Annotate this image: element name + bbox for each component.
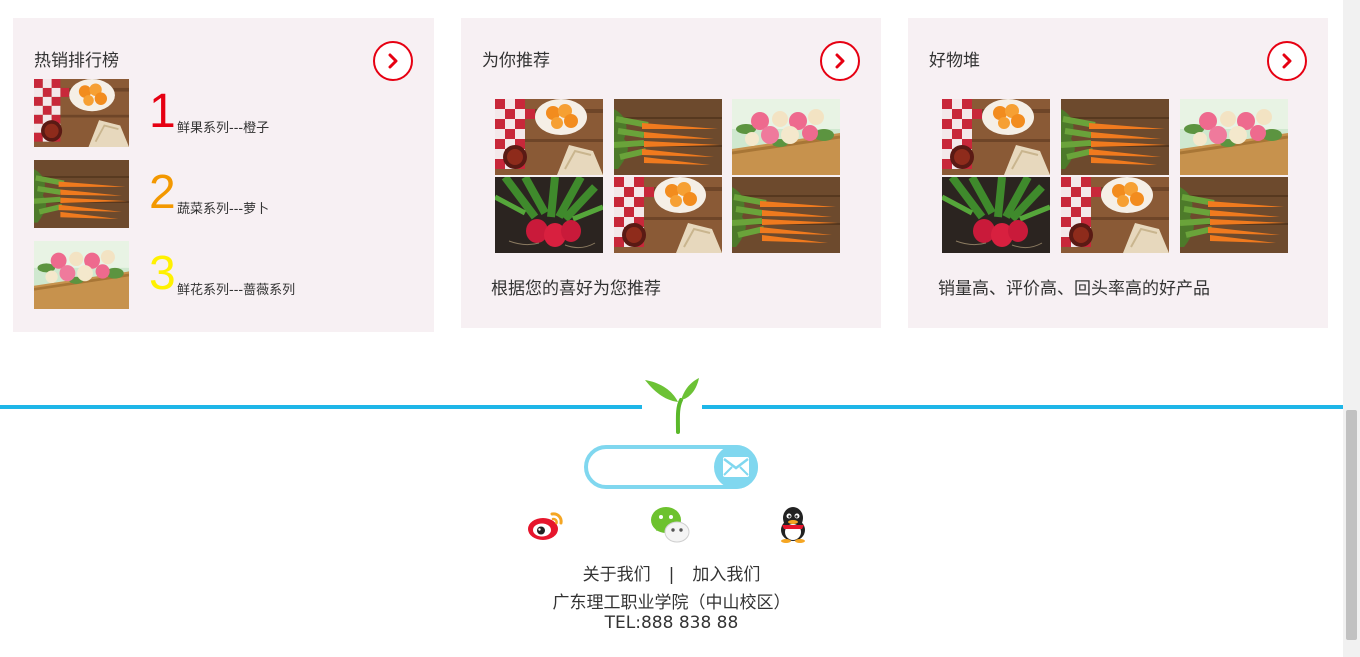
- radish-photo[interactable]: [495, 177, 603, 253]
- carrot-photo[interactable]: [732, 177, 840, 253]
- chevron-right-icon: [1282, 53, 1292, 69]
- rank-item-3[interactable]: 3 鲜花系列---蔷薇系列: [34, 241, 414, 309]
- subscribe-box: [584, 445, 758, 489]
- chevron-right-icon: [835, 53, 845, 69]
- footer-links: 关于我们 | 加入我们: [0, 560, 1343, 585]
- good-stuff-image-grid: [942, 99, 1287, 253]
- radish-photo[interactable]: [942, 177, 1050, 253]
- rank-label[interactable]: 蔬菜系列---萝卜: [177, 198, 269, 217]
- mail-icon: [723, 457, 749, 477]
- good-stuff-title: 好物堆: [929, 51, 980, 71]
- footer-divider-right: [702, 405, 1343, 409]
- carrot-photo[interactable]: [1180, 177, 1288, 253]
- carrot-photo[interactable]: [1061, 99, 1169, 175]
- link-separator: |: [668, 565, 675, 585]
- footer-divider-left: [0, 405, 642, 409]
- scrollbar-thumb[interactable]: [1346, 410, 1357, 640]
- wechat-icon[interactable]: [650, 505, 690, 543]
- fruit-photo[interactable]: [1061, 177, 1169, 253]
- recommend-image-grid: [495, 99, 840, 253]
- fruit-photo[interactable]: [34, 79, 129, 147]
- rose-photo[interactable]: [34, 241, 129, 309]
- recommend-panel: 为你推荐 根据您的喜好为您推荐: [461, 18, 881, 328]
- hot-ranking-panel: 热销排行榜 1 鲜果系列---橙子 2 蔬菜系列---萝卜 3 鲜花系列---蔷…: [13, 18, 434, 332]
- rank-number: 1: [149, 85, 176, 138]
- recommend-description: 根据您的喜好为您推荐: [491, 279, 661, 299]
- telephone: TEL:888 838 88: [604, 613, 739, 633]
- fruit-photo[interactable]: [614, 177, 722, 253]
- about-us-link[interactable]: 关于我们: [583, 565, 651, 585]
- recommend-more-button[interactable]: [820, 41, 860, 81]
- sprout-icon: [645, 378, 699, 434]
- recommend-title: 为你推荐: [482, 51, 550, 71]
- rank-item-1[interactable]: 1 鲜果系列---橙子: [34, 79, 414, 147]
- subscribe-button[interactable]: [714, 445, 758, 489]
- rank-label[interactable]: 鲜果系列---橙子: [177, 117, 269, 136]
- page-scrollbar[interactable]: [1343, 0, 1360, 657]
- page: 热销排行榜 1 鲜果系列---橙子 2 蔬菜系列---萝卜 3 鲜花系列---蔷…: [0, 0, 1360, 657]
- join-us-link[interactable]: 加入我们: [692, 565, 760, 585]
- chevron-right-icon: [388, 53, 398, 69]
- rank-number: 2: [149, 166, 176, 219]
- good-stuff-panel: 好物堆 销量高、评价高、回头率高的好产品: [908, 18, 1328, 328]
- rank-item-2[interactable]: 2 蔬菜系列---萝卜: [34, 160, 414, 228]
- weibo-icon[interactable]: [526, 505, 566, 543]
- subscribe-email-input[interactable]: [600, 455, 715, 481]
- fruit-photo[interactable]: [942, 99, 1050, 175]
- good-stuff-description: 销量高、评价高、回头率高的好产品: [938, 279, 1210, 299]
- rose-photo[interactable]: [1180, 99, 1288, 175]
- hot-ranking-title: 热销排行榜: [34, 51, 119, 71]
- good-stuff-more-button[interactable]: [1267, 41, 1307, 81]
- carrot-photo[interactable]: [614, 99, 722, 175]
- school-name: 广东理工职业学院（中山校区）: [552, 593, 791, 613]
- carrot-photo[interactable]: [34, 160, 129, 228]
- rank-number: 3: [149, 247, 176, 300]
- hot-ranking-more-button[interactable]: [373, 41, 413, 81]
- rank-label[interactable]: 鲜花系列---蔷薇系列: [177, 279, 295, 298]
- qq-icon[interactable]: [776, 505, 816, 543]
- rose-photo[interactable]: [732, 99, 840, 175]
- fruit-photo[interactable]: [495, 99, 603, 175]
